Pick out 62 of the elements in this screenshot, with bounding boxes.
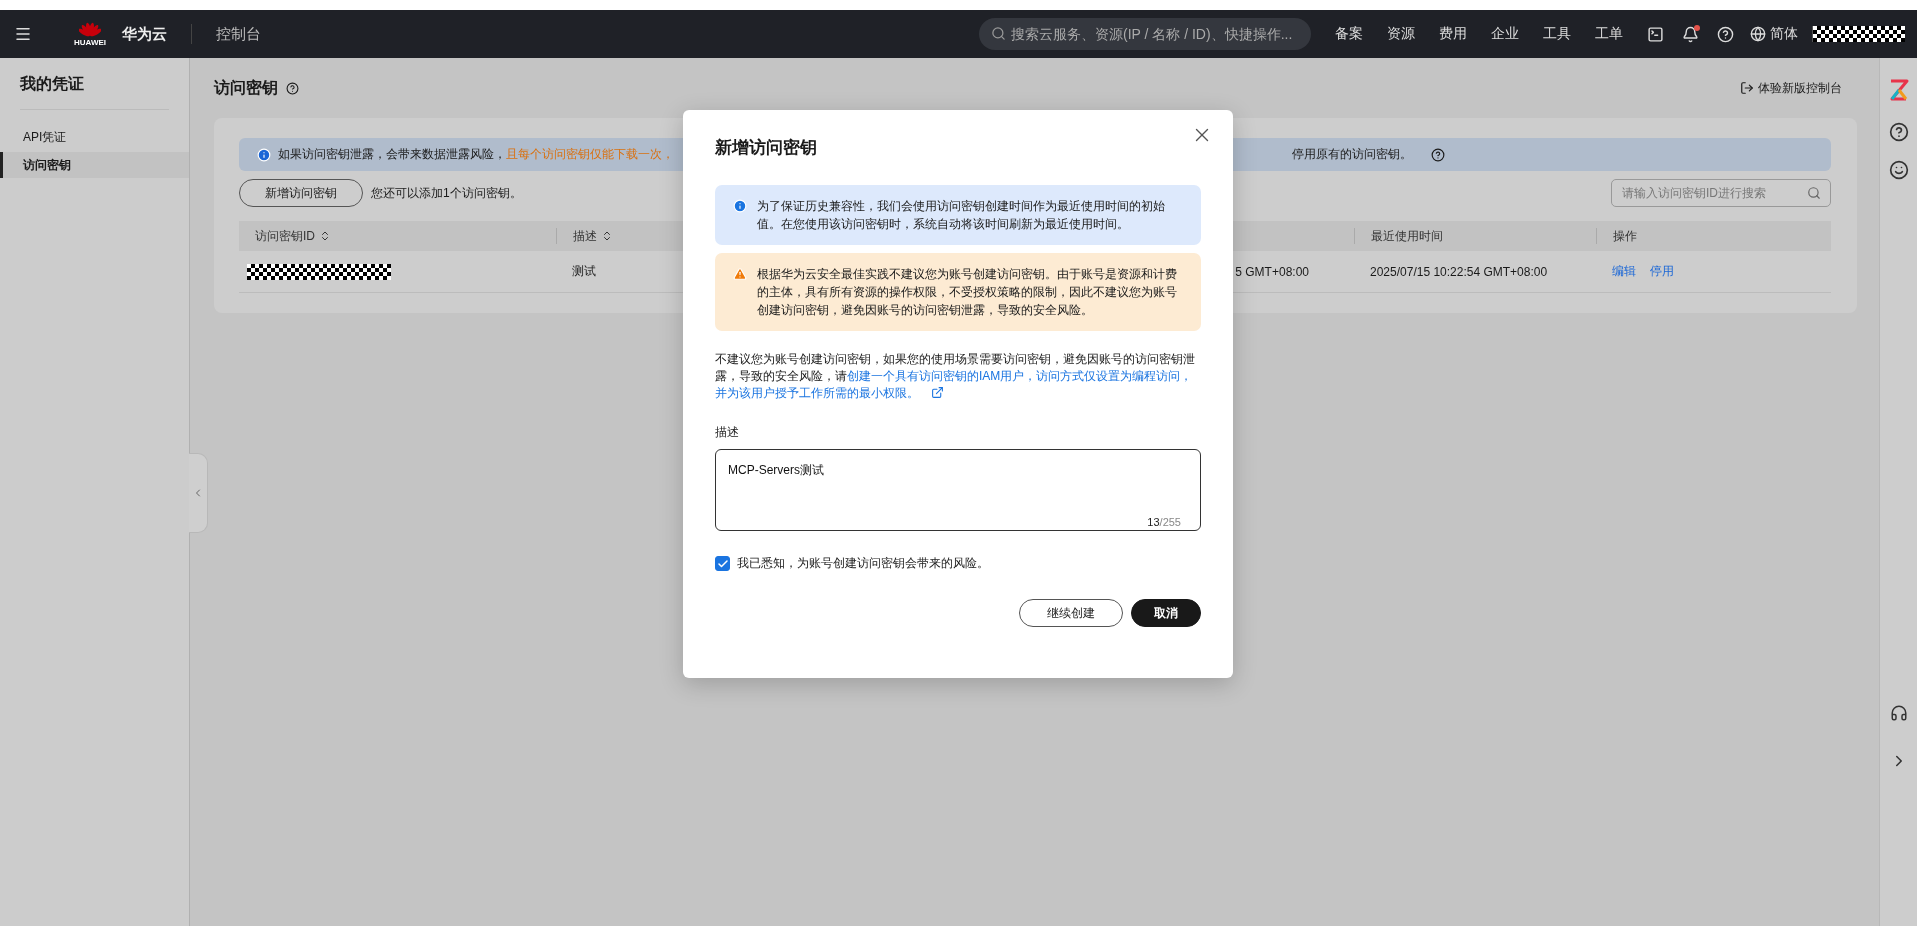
table-cell: 测试 — [572, 263, 596, 280]
alert-text: 如果访问密钥泄露，会带来数据泄露风险， — [278, 146, 506, 163]
logo-caption: HUAWEI — [74, 37, 106, 47]
info-text: 为了保证历史兼容性，我们会使用访问密钥创建时间作为最近使用时间的初始值。在您使用该访问密钥时，系统自动将该时间刷新为最近使用时间。 — [757, 198, 1166, 233]
search-icon — [991, 26, 1006, 41]
headset-icon[interactable] — [1889, 704, 1908, 722]
brand-name: 华为云 — [122, 24, 167, 44]
nav-link[interactable]: 费用 — [1439, 25, 1467, 43]
nav-link[interactable]: 工单 — [1595, 25, 1623, 43]
table-cell: 5 GMT+08:00 — [1235, 264, 1309, 279]
warning-icon — [733, 267, 747, 281]
flower-logo-icon — [79, 21, 101, 38]
help-icon[interactable] — [1888, 122, 1909, 142]
sidebar-title: 我的凭证 — [20, 74, 169, 110]
sort-icon[interactable] — [319, 230, 331, 242]
column-header: 操作 — [1613, 227, 1637, 245]
sort-icon[interactable] — [601, 230, 613, 242]
field-label: 描述 — [715, 424, 740, 441]
iam-user-link[interactable]: 创建一个具有访问密钥的IAM用户，访问方式仅设置为编程访问， — [847, 369, 1193, 383]
language-label[interactable]: 简体 — [1770, 25, 1798, 43]
search-field[interactable]: 搜索云服务、资源(IP / 名称 / ID)、快捷操作... — [979, 18, 1311, 50]
new-console-link[interactable]: 体验新版控制台 — [1758, 79, 1842, 97]
terminal-icon[interactable] — [1647, 25, 1664, 43]
page-title: 访问密钥 — [214, 77, 278, 98]
external-link-icon[interactable] — [931, 386, 944, 399]
alert-warning-text: 且每个访问密钥仅能下载一次， — [506, 146, 674, 163]
sidebar-item[interactable]: 访问密钥 — [0, 152, 189, 178]
help-icon — [286, 81, 299, 95]
console-title[interactable]: 控制台 — [216, 24, 261, 44]
char-counter: 13/255 — [1147, 516, 1181, 528]
iam-user-link[interactable]: 并为该用户授予工作所需的最小权限。 — [715, 386, 919, 400]
checkbox-label: 我已悉知，为账号创建访问密钥会带来的风险。 — [737, 555, 989, 572]
dialog-title: 新增访问密钥 — [715, 137, 818, 159]
collapse-handle[interactable] — [189, 453, 208, 533]
search-icon — [1807, 186, 1821, 200]
globe-icon[interactable] — [1750, 26, 1766, 42]
help-icon — [1431, 147, 1445, 162]
cancel-button[interactable]: 取消 — [1131, 599, 1201, 627]
smiley-icon[interactable] — [1888, 160, 1909, 180]
nav-link[interactable]: 备案 — [1335, 25, 1363, 43]
nav-link[interactable]: 工具 — [1543, 25, 1571, 43]
menu-icon[interactable] — [14, 25, 32, 43]
column-header: 最近使用时间 — [1371, 227, 1443, 245]
search-field[interactable]: 请输入访问密钥ID进行搜索 — [1611, 179, 1831, 207]
quota-text: 您还可以添加1个访问密钥。 — [371, 184, 522, 202]
alert-text: 停用原有的访问密钥。 — [1292, 146, 1412, 163]
column-header: 访问密钥ID — [255, 227, 315, 245]
sidebar-item[interactable]: API凭证 — [0, 124, 189, 150]
notification-bell-icon[interactable] — [1682, 25, 1699, 43]
action-link[interactable]: 停用 — [1650, 263, 1674, 280]
notice-text: 不建议您为账号创建访问密钥，如果您的使用场景需要访问密钥，避免因账号的访问密钥泄露，导致的安全风险，请创建一个具有访问密钥的IAM用户，访问方式仅设置为编程访问， 并为该用户授予工作所需的最小权限。 — [715, 351, 1196, 402]
info-icon — [257, 147, 271, 162]
column-header: 描述 — [573, 227, 597, 245]
info-icon — [733, 199, 747, 213]
continue-button[interactable]: 继续创建 — [1019, 599, 1123, 627]
nav-link[interactable]: 企业 — [1491, 25, 1519, 43]
action-link[interactable]: 编辑 — [1612, 263, 1636, 280]
warning-text: 根据华为云安全最佳实践不建议您为账号创建访问密钥。由于账号是资源和计费的主体，具有所有资源的操作权限，不受授权策略的限制，因此不建议您为账号创建访问密钥，避免因账号的访问密钥泄露，导致的安全风险。 — [757, 266, 1178, 319]
checkbox[interactable] — [715, 556, 730, 571]
table-cell: 2025/07/15 10:22:54 GMT+08:00 — [1370, 264, 1548, 279]
exit-icon[interactable] — [1740, 81, 1754, 95]
nav-link[interactable]: 资源 — [1387, 25, 1415, 43]
